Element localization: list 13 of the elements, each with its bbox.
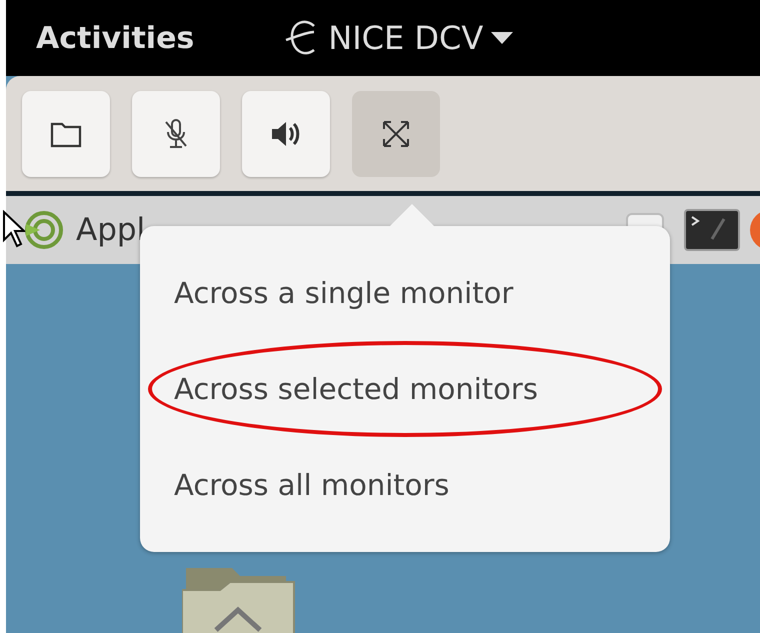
caret-icon <box>491 32 514 44</box>
pointer-icon <box>2 210 26 250</box>
toolbar-button[interactable] <box>132 90 220 176</box>
toolbar-button[interactable] <box>22 90 110 176</box>
toolbar-button[interactable] <box>352 90 440 176</box>
app-menu[interactable]: NICE DCV <box>284 18 514 58</box>
menu-item[interactable]: Across a single monitor <box>174 276 514 310</box>
target-icon <box>24 210 64 250</box>
terminal-icon[interactable] <box>684 209 740 251</box>
menu-item[interactable]: Across all monitors <box>174 468 450 502</box>
menu-item[interactable]: Across selected monitors <box>174 372 538 406</box>
toolbar-button[interactable] <box>242 90 330 176</box>
activities-button[interactable]: Activities <box>36 20 194 56</box>
